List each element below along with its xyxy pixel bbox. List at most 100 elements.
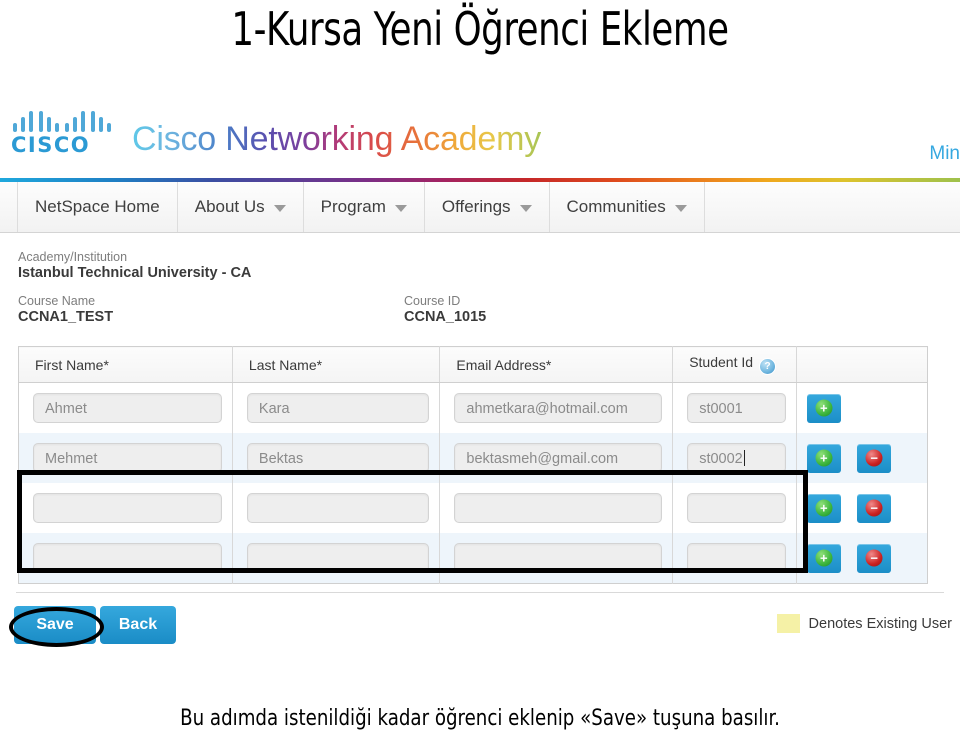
student-id-input[interactable]: st0001: [687, 393, 786, 423]
students-table: First Name* Last Name* Email Address* St…: [18, 346, 928, 584]
add-row-button[interactable]: +: [806, 443, 841, 473]
table-row: + −: [18, 483, 928, 533]
nav-right-fill: [704, 182, 960, 232]
table-row: Ahmet Kara ahmetkara@hotmail.com st0001 …: [18, 382, 928, 434]
cisco-bars-icon: [13, 111, 111, 132]
email-input[interactable]: [454, 493, 663, 523]
chevron-down-icon: [394, 204, 407, 212]
section-divider: [16, 592, 944, 593]
first-name-input[interactable]: [33, 543, 222, 573]
academy-label: Academy/Institution: [18, 250, 128, 264]
email-input[interactable]: [454, 543, 663, 573]
cell-email: ahmetkara@hotmail.com: [439, 382, 674, 433]
last-name-input[interactable]: Bektas: [246, 443, 430, 473]
add-row-button[interactable]: +: [806, 543, 841, 573]
minus-icon: −: [865, 499, 883, 517]
plus-icon: +: [815, 499, 833, 517]
cell-student-id: [672, 533, 797, 584]
chevron-down-icon: [273, 204, 286, 212]
user-account-link[interactable]: Min: [929, 143, 960, 165]
column-header-student-id-label: Student Id: [689, 354, 754, 370]
column-header-first-name: First Name*: [18, 346, 233, 383]
embedded-screenshot: CISCO Cisco Networking Academy Min NetSp…: [0, 98, 960, 670]
minus-icon: −: [865, 549, 883, 567]
academy-value: Istanbul Technical University - CA: [18, 265, 252, 281]
cell-student-id: st0001: [672, 382, 797, 433]
nav-item-program[interactable]: Program: [303, 182, 425, 232]
page-title: 1-Kursa Yeni Öğrenci Ekleme: [231, 2, 729, 56]
table-row: Mehmet Bektas bektasmeh@gmail.com st0002…: [18, 433, 928, 483]
cell-email: [439, 533, 674, 584]
student-id-input[interactable]: [687, 493, 786, 523]
course-id-value: CCNA_1015: [404, 309, 487, 325]
form-footer: Save Back Denotes Existing User: [0, 603, 960, 658]
course-name-label: Course Name: [18, 294, 96, 308]
remove-row-button[interactable]: −: [857, 543, 892, 573]
nav-item-about-us[interactable]: About Us: [177, 182, 304, 232]
cell-last-name: Kara: [232, 382, 441, 433]
email-input[interactable]: ahmetkara@hotmail.com: [454, 393, 663, 423]
table-header-row: First Name* Last Name* Email Address* St…: [18, 346, 928, 383]
minus-icon: −: [865, 449, 883, 467]
brand-header: CISCO Cisco Networking Academy Min: [0, 98, 960, 178]
cell-email: [439, 483, 674, 533]
save-button[interactable]: Save: [14, 606, 96, 644]
first-name-input[interactable]: Mehmet: [33, 443, 222, 473]
last-name-input[interactable]: [246, 543, 430, 573]
student-id-input[interactable]: [687, 543, 786, 573]
course-name-value: CCNA1_TEST: [18, 309, 114, 325]
cell-actions: +: [796, 383, 927, 434]
nav-item-label: Communities: [566, 197, 666, 216]
cell-student-id: st0002: [672, 433, 797, 483]
column-header-student-id: Student Id?: [672, 346, 797, 383]
plus-icon: +: [815, 399, 833, 417]
cell-first-name: [18, 483, 233, 533]
remove-row-button[interactable]: −: [857, 493, 892, 523]
cisco-logo[interactable]: CISCO: [10, 111, 111, 159]
chevron-down-icon: [674, 204, 687, 212]
plus-icon: +: [815, 549, 833, 567]
help-icon[interactable]: ?: [759, 358, 777, 375]
course-info-block: Academy/Institution Istanbul Technical U…: [18, 250, 948, 328]
legend-label: Denotes Existing User: [808, 615, 952, 632]
nav-item-label: Program: [320, 197, 386, 216]
legend-color-swatch: [776, 614, 800, 633]
cell-actions: + −: [796, 533, 928, 584]
main-navigation: NetSpace Home About Us Program Offerings…: [0, 182, 960, 233]
nav-item-netspace-home[interactable]: NetSpace Home: [18, 182, 178, 232]
student-id-input[interactable]: st0002: [687, 443, 786, 473]
cell-last-name: Bektas: [232, 433, 441, 483]
course-name-block: Course Name CCNA1_TEST: [18, 294, 113, 326]
remove-row-button[interactable]: −: [857, 443, 892, 473]
last-name-input[interactable]: Kara: [246, 393, 430, 423]
cell-student-id: [672, 483, 797, 533]
nav-item-communities[interactable]: Communities: [549, 182, 705, 232]
cell-actions: + −: [796, 433, 928, 483]
chevron-down-icon: [519, 204, 532, 212]
cell-first-name: Mehmet: [18, 433, 233, 483]
column-header-actions: [796, 346, 928, 383]
add-row-button[interactable]: +: [806, 493, 841, 523]
course-id-label: Course ID: [404, 294, 461, 308]
cell-first-name: [18, 533, 233, 584]
slide-caption: Bu adımda istenildiği kadar öğrenci ekle…: [180, 706, 780, 731]
first-name-input[interactable]: Ahmet: [33, 393, 222, 423]
cell-first-name: Ahmet: [18, 382, 233, 433]
course-id-block: Course ID CCNA_1015: [404, 294, 486, 326]
legend: Denotes Existing User: [776, 614, 952, 633]
table-row: + −: [18, 533, 928, 584]
nav-item-label: About Us: [194, 197, 265, 216]
back-button[interactable]: Back: [100, 606, 176, 644]
last-name-input[interactable]: [246, 493, 430, 523]
column-header-email: Email Address*: [439, 346, 674, 383]
cell-last-name: [232, 533, 441, 584]
cell-last-name: [232, 483, 441, 533]
first-name-input[interactable]: [33, 493, 222, 523]
email-input[interactable]: bektasmeh@gmail.com: [454, 443, 663, 473]
nav-item-label: NetSpace Home: [35, 197, 160, 216]
cell-email: bektasmeh@gmail.com: [439, 433, 674, 483]
nav-item-offerings[interactable]: Offerings: [424, 182, 550, 232]
nav-left-pad: [0, 182, 18, 232]
add-row-button[interactable]: +: [806, 393, 841, 423]
plus-icon: +: [815, 449, 833, 467]
